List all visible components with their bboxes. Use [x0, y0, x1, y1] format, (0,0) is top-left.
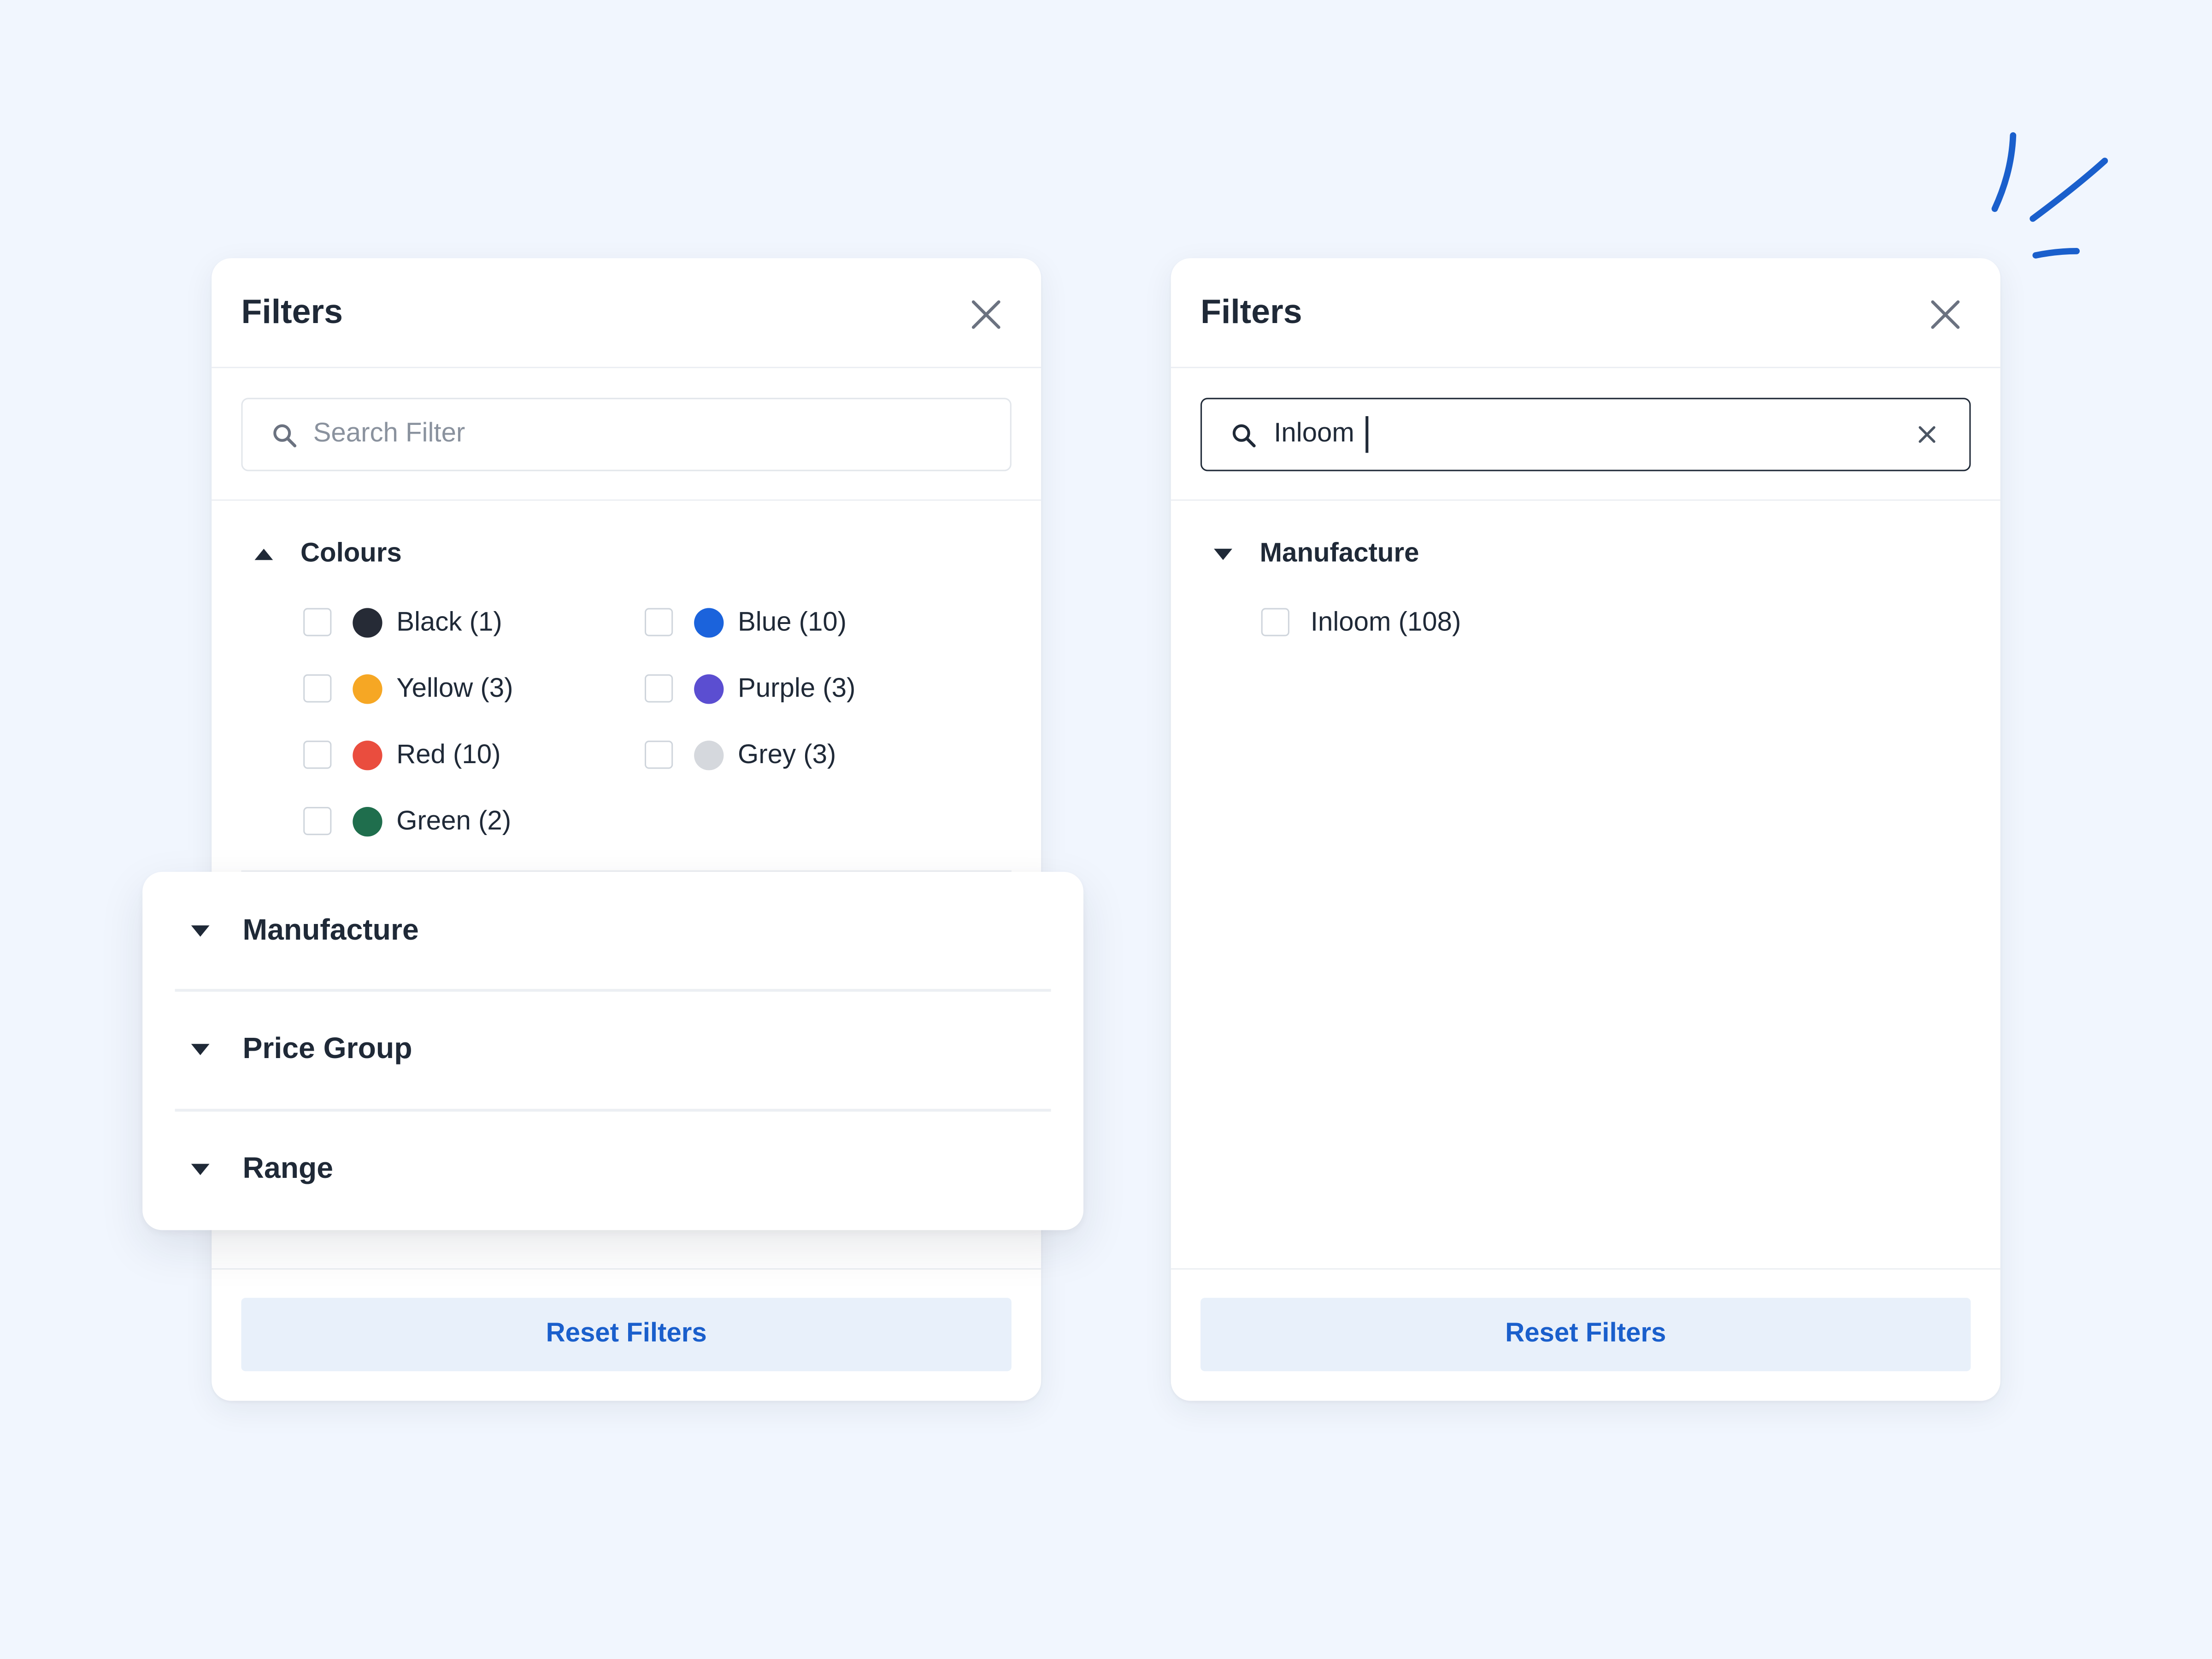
colour-option-grey[interactable]: Grey (3) — [644, 741, 955, 777]
text-cursor — [1365, 416, 1368, 453]
checkbox[interactable] — [644, 674, 673, 703]
option-label: Green (2) — [396, 807, 512, 837]
search-zone — [212, 368, 1041, 501]
section-label: Manufacture — [1259, 539, 1419, 569]
search-icon — [273, 424, 297, 447]
close-icon — [971, 300, 1000, 329]
checkbox[interactable] — [644, 608, 673, 636]
search-zone: Inloom — [1171, 368, 2000, 501]
colour-option-red[interactable]: Red (10) — [303, 741, 613, 777]
option-label: Inloom (108) — [1310, 608, 1461, 638]
option-label: Red (10) — [396, 741, 501, 771]
search-input[interactable] — [313, 416, 920, 453]
option-label: Black (1) — [396, 608, 502, 638]
checkbox[interactable] — [1261, 608, 1289, 636]
caret-down-icon — [191, 1044, 210, 1055]
colour-option-purple[interactable]: Purple (3) — [644, 674, 955, 711]
section-header-manufacture[interactable]: Manufacture — [142, 872, 1083, 990]
caret-down-icon — [1214, 548, 1232, 560]
colour-swatch — [353, 741, 382, 771]
close-button[interactable] — [965, 294, 1007, 336]
panel-title: Filters — [241, 293, 343, 332]
search-input[interactable]: Inloom — [1274, 418, 1354, 451]
panel-header: Filters — [1171, 258, 2000, 368]
section-label: Manufacture — [242, 914, 419, 947]
option-label: Grey (3) — [738, 741, 836, 771]
collapsed-sections-card: Manufacture Price Group Range — [142, 871, 1084, 1230]
search-icon — [1232, 424, 1256, 447]
colour-swatch — [353, 807, 382, 837]
section-label: Colours — [300, 539, 402, 569]
close-icon — [1931, 300, 1960, 329]
checkbox[interactable] — [644, 741, 673, 769]
colour-option-blue[interactable]: Blue (10) — [644, 608, 955, 645]
filters-panel-right: Filters Inloom Manufacture Inloom (108) … — [1171, 258, 2000, 1401]
colour-option-yellow[interactable]: Yellow (3) — [303, 674, 613, 711]
clear-icon — [1918, 426, 1936, 443]
colour-swatch — [353, 674, 382, 704]
clear-search-button[interactable] — [1913, 420, 1941, 448]
section-header-colours[interactable]: Colours — [241, 533, 664, 576]
option-label: Blue (10) — [738, 608, 847, 638]
divider — [175, 1109, 1051, 1111]
section-label: Price Group — [242, 1032, 412, 1065]
panel-footer: Reset Filters — [1171, 1268, 2000, 1401]
manufacture-option-inloom[interactable]: Inloom (108) — [1261, 608, 1571, 645]
option-label: Yellow (3) — [396, 674, 513, 704]
checkbox[interactable] — [303, 741, 332, 769]
search-box[interactable] — [241, 398, 1012, 471]
checkbox[interactable] — [303, 807, 332, 835]
colour-swatch — [694, 741, 724, 771]
colour-option-black[interactable]: Black (1) — [303, 608, 613, 645]
section-label: Range — [242, 1153, 334, 1185]
caret-down-icon — [191, 925, 210, 937]
reset-filters-button[interactable]: Reset Filters — [1200, 1298, 1971, 1371]
reset-filters-button[interactable]: Reset Filters — [241, 1298, 1012, 1371]
checkbox[interactable] — [303, 674, 332, 703]
option-label: Purple (3) — [738, 674, 856, 704]
caret-up-icon — [254, 548, 273, 560]
decorative-strokes-icon — [1991, 132, 2108, 259]
colour-swatch — [353, 608, 382, 638]
search-box[interactable]: Inloom — [1200, 398, 1971, 471]
canvas: Filters Colours — [0, 0, 2212, 1659]
checkbox[interactable] — [303, 608, 332, 636]
panel-footer: Reset Filters — [212, 1268, 1041, 1401]
panel-title: Filters — [1200, 293, 1302, 332]
colour-option-green[interactable]: Green (2) — [303, 807, 613, 844]
section-header-price-group[interactable]: Price Group — [142, 992, 1083, 1110]
close-button[interactable] — [1924, 294, 1966, 336]
colour-swatch — [694, 674, 724, 704]
panel-header: Filters — [212, 258, 1041, 368]
caret-down-icon — [191, 1164, 210, 1175]
section-header-manufacture[interactable]: Manufacture — [1200, 533, 1624, 576]
divider — [175, 988, 1051, 991]
colour-swatch — [694, 608, 724, 638]
section-header-range[interactable]: Range — [142, 1112, 1083, 1230]
